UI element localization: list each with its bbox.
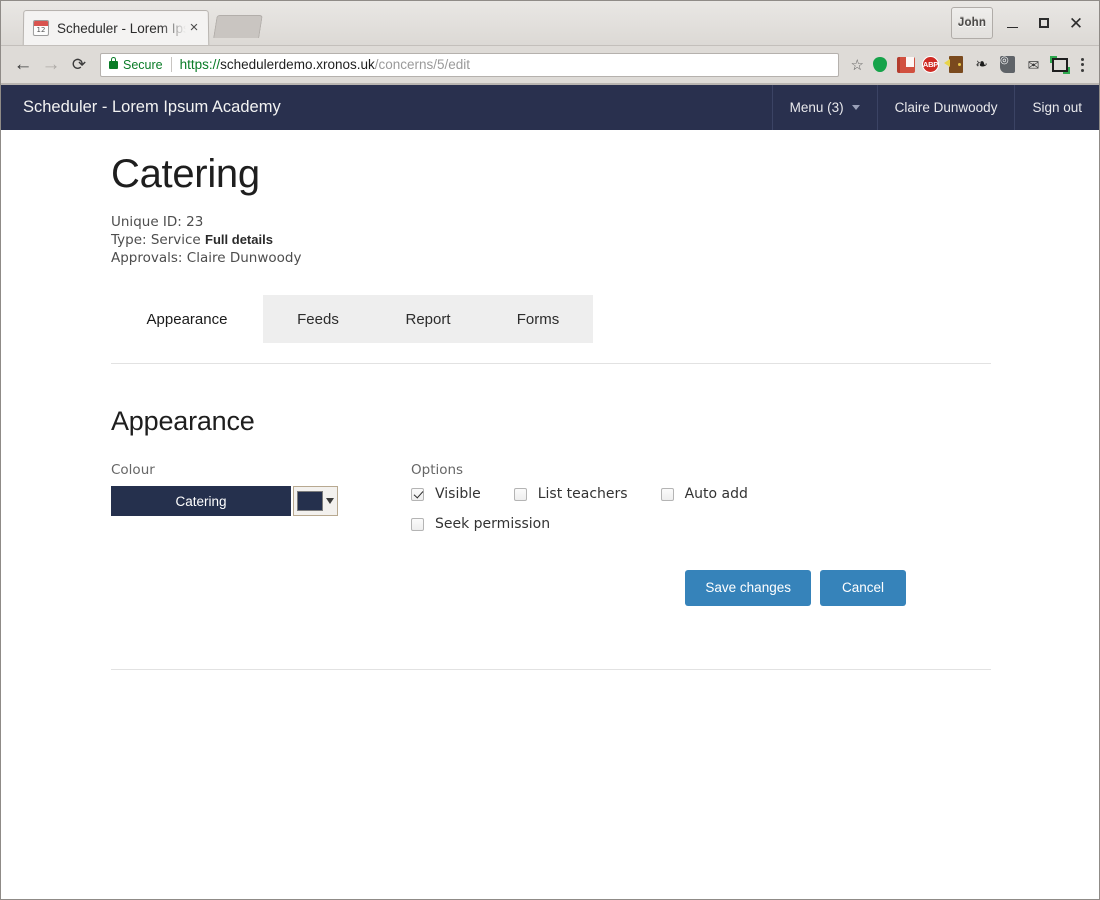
favicon-day-number: 12 (36, 26, 46, 35)
nav-item-sign-out[interactable]: Sign out (1014, 85, 1099, 130)
forward-button[interactable]: → (37, 51, 65, 79)
nav-item-menu-label: Menu (3) (789, 100, 844, 115)
adblock-plus-icon[interactable]: ABP (922, 56, 939, 73)
meta-type: Type: Service Full details (111, 231, 1099, 249)
minimize-button[interactable] (999, 11, 1025, 35)
meta-type-label: Type: Service (111, 232, 201, 248)
profile-button[interactable]: John (951, 7, 993, 39)
option-list-teachers[interactable]: List teachers (513, 486, 628, 502)
section-title: Appearance (111, 406, 255, 436)
nav-item-menu[interactable]: Menu (3) (771, 85, 877, 130)
red-book-icon[interactable] (896, 55, 915, 74)
appearance-form: Colour Catering Options Visible List tea… (111, 437, 1099, 546)
checkbox-visible[interactable] (411, 487, 424, 501)
full-details-link[interactable]: Full details (205, 232, 273, 247)
app-brand[interactable]: Scheduler - Lorem Ipsum Academy (1, 85, 281, 130)
tab-feeds[interactable]: Feeds (263, 295, 373, 343)
app-navbar: Scheduler - Lorem Ipsum Academy Menu (3)… (1, 85, 1099, 130)
secure-label: Secure (123, 57, 163, 72)
option-list-teachers-label: List teachers (537, 486, 628, 502)
green-balloon-icon[interactable] (870, 55, 889, 74)
colour-picker-dropdown[interactable] (293, 486, 338, 516)
reload-button[interactable]: ⟳ (65, 51, 93, 79)
colour-field-group: Colour Catering (111, 462, 411, 546)
browser-window: 12 Scheduler - Lorem Ipsum Academy × Joh… (0, 0, 1100, 900)
calendar-favicon: 12 (32, 20, 50, 37)
form-actions: Save changes Cancel (111, 570, 906, 606)
window-close-icon: ✕ (1068, 13, 1084, 33)
address-bar-divider (170, 57, 172, 72)
new-tab-button[interactable] (213, 15, 263, 38)
options-label: Options (411, 462, 464, 478)
nav-item-user[interactable]: Claire Dunwoody (876, 85, 1015, 130)
address-bar-url: https://schedulerdemo.xronos.uk/concerns… (180, 57, 470, 72)
checkbox-list-teachers[interactable] (513, 487, 527, 501)
meta-approvals: Approvals: Claire Dunwoody (111, 250, 302, 266)
chevron-down-icon (326, 498, 334, 504)
browser-menu-icon[interactable] (1073, 57, 1091, 72)
minimize-icon (1006, 26, 1018, 28)
tab-report[interactable]: Report (373, 295, 483, 343)
cancel-button[interactable]: Cancel (819, 570, 906, 606)
option-visible-label: Visible (435, 486, 481, 502)
door-icon[interactable] (943, 55, 965, 74)
tab-strip: Appearance Feeds Report Forms (111, 295, 593, 343)
bookmark-star-icon[interactable]: ☆ (851, 56, 864, 74)
address-bar[interactable]: Secure https://schedulerdemo.xronos.uk/c… (100, 52, 839, 77)
browser-tab[interactable]: 12 Scheduler - Lorem Ipsum Academy × (22, 10, 210, 46)
maximize-icon (1039, 18, 1049, 28)
colour-controls: Catering (111, 486, 411, 516)
divider-bottom (111, 668, 991, 670)
browser-tab-title: Scheduler - Lorem Ipsum Academy (56, 20, 187, 36)
checkbox-auto-add[interactable] (660, 487, 674, 501)
colour-label: Colour (111, 462, 155, 478)
page-meta: Unique ID: 23 Type: Service Full details… (111, 213, 1099, 267)
gnome-foot-icon[interactable]: ❧ (972, 55, 991, 74)
mail-icon[interactable]: ✉ (1024, 55, 1043, 74)
colour-preview: Catering (111, 486, 291, 516)
option-seek-permission-label: Seek permission (435, 516, 551, 532)
crop-capture-icon[interactable] (1049, 55, 1070, 74)
url-scheme: https:// (179, 57, 221, 72)
colour-swatch (297, 491, 323, 511)
close-icon[interactable]: × (186, 19, 202, 36)
page-viewport: Scheduler - Lorem Ipsum Academy Menu (3)… (1, 84, 1099, 899)
browser-toolbar: ← → ⟳ Secure https://schedulerdemo.xrono… (1, 46, 1099, 84)
app-nav: Menu (3) Claire Dunwoody Sign out (771, 85, 1099, 130)
maximize-button[interactable] (1031, 11, 1057, 35)
option-visible[interactable]: Visible (411, 486, 481, 502)
lightbulb-note-icon[interactable]: ◎ (998, 55, 1017, 74)
chevron-down-icon (851, 105, 860, 110)
options-row-1: Visible List teachers Auto add (411, 486, 1099, 502)
back-button[interactable]: ← (9, 51, 37, 79)
options-field-group: Options Visible List teachers Auto add S… (411, 462, 1099, 546)
options-row-2: Seek permission (411, 516, 1099, 532)
tab-appearance[interactable]: Appearance (111, 295, 263, 343)
url-host: schedulerdemo.xronos.uk (220, 57, 375, 72)
option-seek-permission[interactable]: Seek permission (411, 516, 550, 532)
option-auto-add[interactable]: Auto add (660, 486, 748, 502)
lock-icon (109, 56, 118, 69)
option-auto-add-label: Auto add (684, 486, 748, 502)
page-content: Catering Unique ID: 23 Type: Service Ful… (1, 130, 1099, 670)
meta-unique-id: Unique ID: 23 (111, 214, 204, 230)
window-close-button[interactable]: ✕ (1063, 11, 1089, 35)
page-title: Catering (111, 152, 260, 196)
browser-titlebar: 12 Scheduler - Lorem Ipsum Academy × Joh… (1, 1, 1099, 46)
save-changes-button[interactable]: Save changes (685, 570, 811, 606)
extension-toolbar: ABP ❧ ◎ ✉ (870, 55, 1070, 74)
checkbox-seek-permission[interactable] (411, 517, 424, 531)
url-path: /concerns/5/edit (374, 57, 471, 72)
tab-forms[interactable]: Forms (483, 295, 593, 343)
